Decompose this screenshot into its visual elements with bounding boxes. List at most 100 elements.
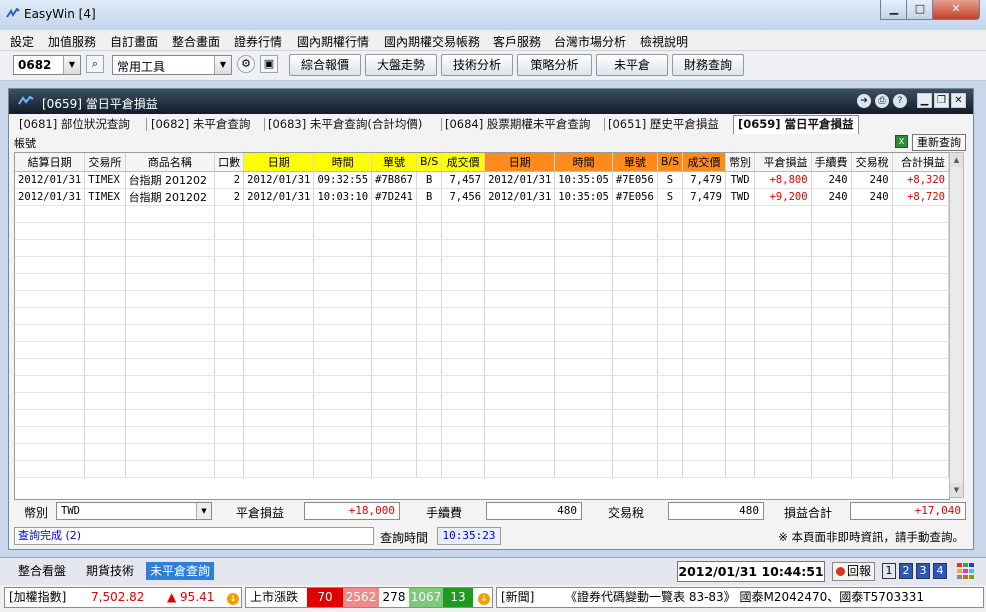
page-button-1[interactable]: 1 bbox=[882, 563, 896, 579]
column-header[interactable]: 交易稅 bbox=[851, 153, 893, 172]
easywin-logo-icon bbox=[18, 96, 34, 105]
menu-item[interactable]: 證券行情 bbox=[234, 33, 282, 50]
column-header[interactable]: 時間 bbox=[554, 153, 613, 172]
page-button-3[interactable]: 3 bbox=[916, 563, 930, 579]
page-button-2[interactable]: 2 bbox=[899, 563, 913, 579]
tab-0683[interactable]: [0683] 未平倉查詢(合計均價) bbox=[268, 116, 422, 132]
column-header[interactable]: 日期 bbox=[484, 153, 556, 172]
tools-combo[interactable]: 常用工具 ▼ bbox=[112, 55, 232, 75]
column-header[interactable]: 幣別 bbox=[725, 153, 756, 172]
table-scrollbar[interactable]: ▲ ▼ bbox=[949, 152, 964, 498]
tab-0651[interactable]: [0651] 歷史平倉損益 bbox=[608, 116, 719, 132]
column-header[interactable]: 單號 bbox=[612, 153, 658, 172]
financial-query-button[interactable]: 財務查詢 bbox=[672, 54, 744, 76]
table-row[interactable]: 2012/01/31 TIMEX 台指期 201202 2 2012/01/31… bbox=[15, 188, 949, 206]
report-button[interactable]: 回報 bbox=[832, 562, 875, 581]
bottom-tab-futures-tech[interactable]: 期貨技術 bbox=[82, 562, 138, 580]
empty-cell bbox=[725, 307, 756, 325]
print-icon[interactable]: ⎙ bbox=[875, 94, 889, 108]
strategy-analysis-button[interactable]: 策略分析 bbox=[517, 54, 592, 76]
empty-cell bbox=[484, 307, 556, 325]
column-header[interactable]: 商品名稱 bbox=[125, 153, 216, 172]
help-icon[interactable]: ? bbox=[893, 94, 907, 108]
empty-cell bbox=[612, 307, 658, 325]
table-row[interactable]: 2012/01/31 TIMEX 台指期 201202 2 2012/01/31… bbox=[15, 171, 949, 189]
scroll-down-icon[interactable]: ▼ bbox=[950, 483, 963, 497]
quote-button[interactable]: 綜合報價 bbox=[289, 54, 361, 76]
empty-cell bbox=[416, 375, 443, 393]
bottom-tab-integrated[interactable]: 整合看盤 bbox=[14, 562, 70, 580]
empty-cell bbox=[125, 222, 216, 240]
grid-layout-icon[interactable] bbox=[957, 563, 975, 579]
refresh-button[interactable]: 重新查詢 bbox=[912, 134, 966, 151]
panel-close-button[interactable]: ✕ bbox=[951, 93, 966, 108]
menu-item[interactable]: 客戶服務 bbox=[493, 33, 541, 50]
empty-cell bbox=[441, 222, 486, 240]
currency-select[interactable]: TWD ▼ bbox=[56, 502, 212, 520]
column-header[interactable]: 交易所 bbox=[84, 153, 126, 172]
empty-cell bbox=[811, 375, 852, 393]
chevron-down-icon[interactable]: ▼ bbox=[196, 503, 211, 519]
tab-divider bbox=[146, 118, 147, 131]
empty-cell bbox=[125, 324, 216, 342]
close-button[interactable]: ✕ bbox=[932, 0, 980, 20]
technical-analysis-button[interactable]: 技術分析 bbox=[441, 54, 513, 76]
chevron-down-icon[interactable]: ▼ bbox=[63, 56, 80, 74]
minimize-icon: ▁ bbox=[889, 2, 899, 15]
empty-cell bbox=[125, 409, 216, 427]
empty-cell bbox=[125, 273, 216, 291]
empty-cell bbox=[416, 205, 443, 223]
market-trend-button[interactable]: 大盤走勢 bbox=[365, 54, 437, 76]
panel-restore-button[interactable]: ❐ bbox=[934, 93, 949, 108]
menu-item[interactable]: 國內期權交易帳務 bbox=[384, 33, 480, 50]
currency-label: 幣別 bbox=[24, 506, 49, 520]
empty-cell bbox=[657, 290, 684, 308]
window-titlebar: EasyWin [4] ▁ □ ✕ bbox=[0, 0, 986, 31]
bottom-tab-open-position[interactable]: 未平倉查詢 bbox=[146, 562, 215, 580]
panel-minimize-button[interactable]: ▁ bbox=[917, 93, 932, 108]
column-header[interactable]: 手續費 bbox=[811, 153, 852, 172]
column-header[interactable]: 日期 bbox=[243, 153, 315, 172]
menu-item[interactable]: 檢視說明 bbox=[640, 33, 688, 50]
minimize-button[interactable]: ▁ bbox=[880, 0, 908, 20]
menu-item[interactable]: 台灣市場分析 bbox=[554, 33, 626, 50]
excel-export-icon[interactable]: X bbox=[895, 135, 908, 148]
column-header[interactable]: 成交價 bbox=[682, 153, 726, 172]
tab-0682[interactable]: [0682] 未平倉查詢 bbox=[151, 116, 250, 132]
tab-0684[interactable]: [0684] 股票期權未平倉查詢 bbox=[445, 116, 590, 132]
menu-item[interactable]: 設定 bbox=[10, 33, 34, 50]
tab-0681[interactable]: [0681] 部位狀況查詢 bbox=[19, 116, 130, 132]
column-header[interactable]: B/S bbox=[416, 153, 443, 172]
gear-icon[interactable]: ⚙ bbox=[237, 55, 255, 73]
report-dot-icon bbox=[836, 567, 845, 576]
window-add-icon[interactable]: ▣ bbox=[260, 55, 278, 73]
menu-item[interactable]: 自訂畫面 bbox=[110, 33, 158, 50]
code-combo[interactable]: 0682 ▼ bbox=[13, 55, 81, 75]
column-header[interactable]: 平倉損益 bbox=[754, 153, 812, 172]
column-header[interactable]: 結算日期 bbox=[15, 153, 86, 172]
open-position-button[interactable]: 未平倉 bbox=[596, 54, 668, 76]
column-header[interactable]: 單號 bbox=[371, 153, 417, 172]
index-ticker[interactable]: [加權指數] 7,502.82 ▲ 95.41 ↓ bbox=[4, 587, 242, 608]
column-header[interactable]: 時間 bbox=[313, 153, 373, 172]
column-header[interactable]: 合計損益 bbox=[892, 153, 949, 172]
search-icon[interactable]: ⌕ bbox=[86, 55, 104, 73]
column-header[interactable]: 口數 bbox=[214, 153, 245, 172]
scroll-up-icon[interactable]: ▲ bbox=[950, 153, 963, 167]
chevron-down-icon[interactable]: ▼ bbox=[214, 56, 231, 74]
alert-coin-icon[interactable]: ↓ bbox=[478, 593, 490, 605]
menu-item[interactable]: 國內期權行情 bbox=[297, 33, 369, 50]
column-header[interactable]: B/S bbox=[657, 153, 684, 172]
menu-item[interactable]: 加值服務 bbox=[48, 33, 96, 50]
empty-cell bbox=[484, 375, 556, 393]
column-header[interactable]: 成交價 bbox=[441, 153, 486, 172]
empty-cell bbox=[84, 443, 126, 461]
news-ticker[interactable]: [新聞] 《證券代碼變動一覽表 83-83》 國泰M2042470、國泰T570… bbox=[496, 587, 984, 608]
arrow-right-icon[interactable]: ➜ bbox=[857, 94, 871, 108]
alert-coin-icon[interactable]: ↓ bbox=[227, 593, 239, 605]
advance-decline-ticker[interactable]: 上市漲跌 70 2562 278 1067 13 ↓ bbox=[245, 587, 493, 608]
maximize-button[interactable]: □ bbox=[906, 0, 934, 20]
page-button-4[interactable]: 4 bbox=[933, 563, 947, 579]
tab-0659[interactable]: [0659] 當日平倉損益 bbox=[733, 115, 859, 134]
menu-item[interactable]: 整合畫面 bbox=[172, 33, 220, 50]
